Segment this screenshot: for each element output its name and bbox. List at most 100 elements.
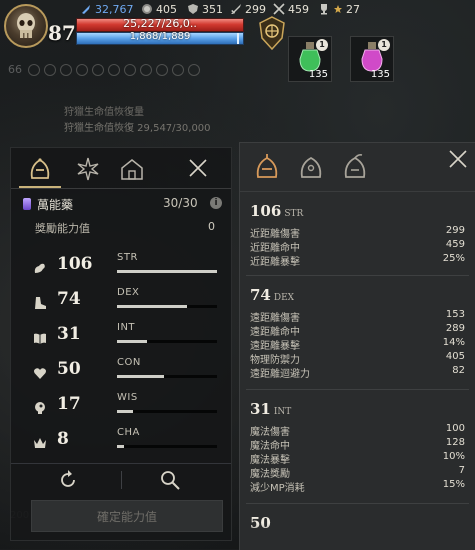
character-portrait[interactable] [4, 4, 48, 48]
detail-row: 魔法傷害 100 [250, 423, 465, 438]
detail-row: 魔法獎勵 7 [250, 465, 465, 480]
section-abbr: DEX [273, 293, 295, 303]
crystal-counter: 32,767 [80, 2, 134, 16]
buff-icon[interactable] [76, 63, 88, 76]
stat-bar [117, 375, 217, 378]
potion-slot-green[interactable]: 1 135 [288, 36, 332, 82]
helmet-orange-icon [256, 154, 278, 178]
stat-bar [117, 340, 217, 343]
stat-value: 17 [57, 394, 81, 414]
detail-label: 近距離暴擊 [250, 257, 300, 268]
detail-tab-melee[interactable] [254, 153, 280, 183]
detail-row: 減少MP消耗 15% [250, 479, 465, 494]
tab-character[interactable] [25, 154, 55, 184]
stat-fill [117, 270, 217, 273]
section-title-int: 31 INT [250, 399, 291, 418]
guild-emblem-icon[interactable] [258, 16, 286, 51]
detail-row: 遠距離傷害 153 [250, 309, 465, 324]
stat-value: 106 [57, 254, 93, 274]
buff-row: 66 [8, 63, 200, 76]
stat-row-con[interactable]: 50 CON [33, 357, 223, 391]
buff-icon[interactable] [124, 63, 136, 76]
detail-row: 近距離傷害 299 [250, 225, 465, 240]
buff-icon[interactable] [92, 63, 104, 76]
buff-icon[interactable] [188, 63, 200, 76]
detail-row: 近距離命中 459 [250, 239, 465, 254]
stat-row-dex[interactable]: 74 DEX [33, 287, 223, 321]
stat-name: WIS [117, 392, 138, 403]
crown-icon [33, 435, 47, 449]
reset-button[interactable] [57, 469, 79, 491]
stat-value: 8 [57, 429, 69, 449]
stat-name: CHA [117, 427, 140, 438]
tabs-divider [11, 188, 231, 189]
potion-slot-purple[interactable]: 1 135 [350, 36, 394, 82]
section-divider [246, 275, 469, 276]
section-divider [246, 389, 469, 390]
stat-row-wis[interactable]: 17 WIS [33, 392, 223, 426]
scroll-fade [240, 523, 475, 550]
close-icon[interactable] [188, 158, 208, 178]
buff-icon[interactable] [108, 63, 120, 76]
elixir-row: 萬能藥 30/30 i [23, 196, 223, 214]
buff-count: 66 [8, 63, 22, 76]
buff-icon[interactable] [156, 63, 168, 76]
resource-3-counter: 351 [187, 2, 223, 16]
potion-badge-purple: 1 [378, 39, 390, 51]
refresh-icon [61, 470, 75, 487]
tab-house[interactable] [117, 154, 147, 184]
detail-tab-magic[interactable] [342, 153, 368, 183]
buff-icon[interactable] [28, 63, 40, 76]
magnifier-icon [161, 471, 180, 490]
head-icon [33, 400, 47, 414]
section-abbr: STR [284, 209, 304, 219]
bonus-stat-row: 獎勵能力值 0 [35, 220, 225, 236]
actions-divider [11, 463, 231, 464]
tab-skills[interactable] [73, 154, 103, 184]
skull-icon [17, 13, 35, 38]
accuracy-counter: 459 [273, 2, 309, 16]
confirm-stats-button[interactable]: 確定能力值 [31, 500, 223, 532]
detail-value: 15% [442, 479, 465, 490]
detail-value: 405 [445, 351, 465, 362]
trophy-value: 27 [346, 2, 360, 16]
section-abbr: INT [273, 407, 292, 417]
stat-fill [117, 410, 133, 413]
detail-row: 物理防禦力 405 [250, 351, 465, 366]
detail-row: 近距離暴擊 25% [250, 253, 465, 268]
stat-fill [117, 445, 124, 448]
resource-3-value: 351 [202, 2, 223, 16]
elixir-count: 30/30 [163, 196, 198, 210]
stat-row-str[interactable]: 106 STR [33, 252, 223, 286]
inspect-button[interactable] [159, 469, 181, 491]
stat-fill [117, 305, 187, 308]
stat-fill [117, 375, 164, 378]
stat-detail-panel: 106 STR 近距離傷害 299 近距離命中 459 近距離暴擊 25% 74 DEX … [239, 142, 475, 550]
detail-label: 減少MP消耗 [250, 483, 305, 494]
stat-row-cha[interactable]: 8 CHA [33, 427, 223, 461]
buff-icon[interactable] [140, 63, 152, 76]
stat-value: 31 [57, 324, 81, 344]
buff-icon[interactable] [172, 63, 184, 76]
detail-value: 14% [442, 337, 465, 348]
detail-value: 459 [445, 239, 465, 250]
stat-row-int[interactable]: 31 INT [33, 322, 223, 356]
buff-icon[interactable] [60, 63, 72, 76]
buff-icon[interactable] [44, 63, 56, 76]
section-title-dex: 74 DEX [250, 285, 294, 304]
detail-row: 魔法暴擊 10% [250, 451, 465, 466]
close-detail-icon[interactable] [448, 149, 468, 169]
stat-bar [117, 270, 217, 273]
info-icon[interactable]: i [210, 197, 222, 209]
section-title-str: 106 STR [250, 201, 303, 220]
stat-fill [117, 340, 147, 343]
accuracy-value: 459 [288, 2, 309, 16]
stat-name: INT [117, 322, 136, 333]
action-separator [121, 471, 122, 489]
resource-2-value: 405 [156, 2, 177, 16]
helmet-gray-icon [300, 156, 322, 178]
stat-name: CON [117, 357, 141, 368]
detail-tab-defense[interactable] [298, 153, 324, 183]
helmet-icon [30, 158, 50, 179]
detail-label: 遠距離迴避力 [250, 369, 310, 380]
